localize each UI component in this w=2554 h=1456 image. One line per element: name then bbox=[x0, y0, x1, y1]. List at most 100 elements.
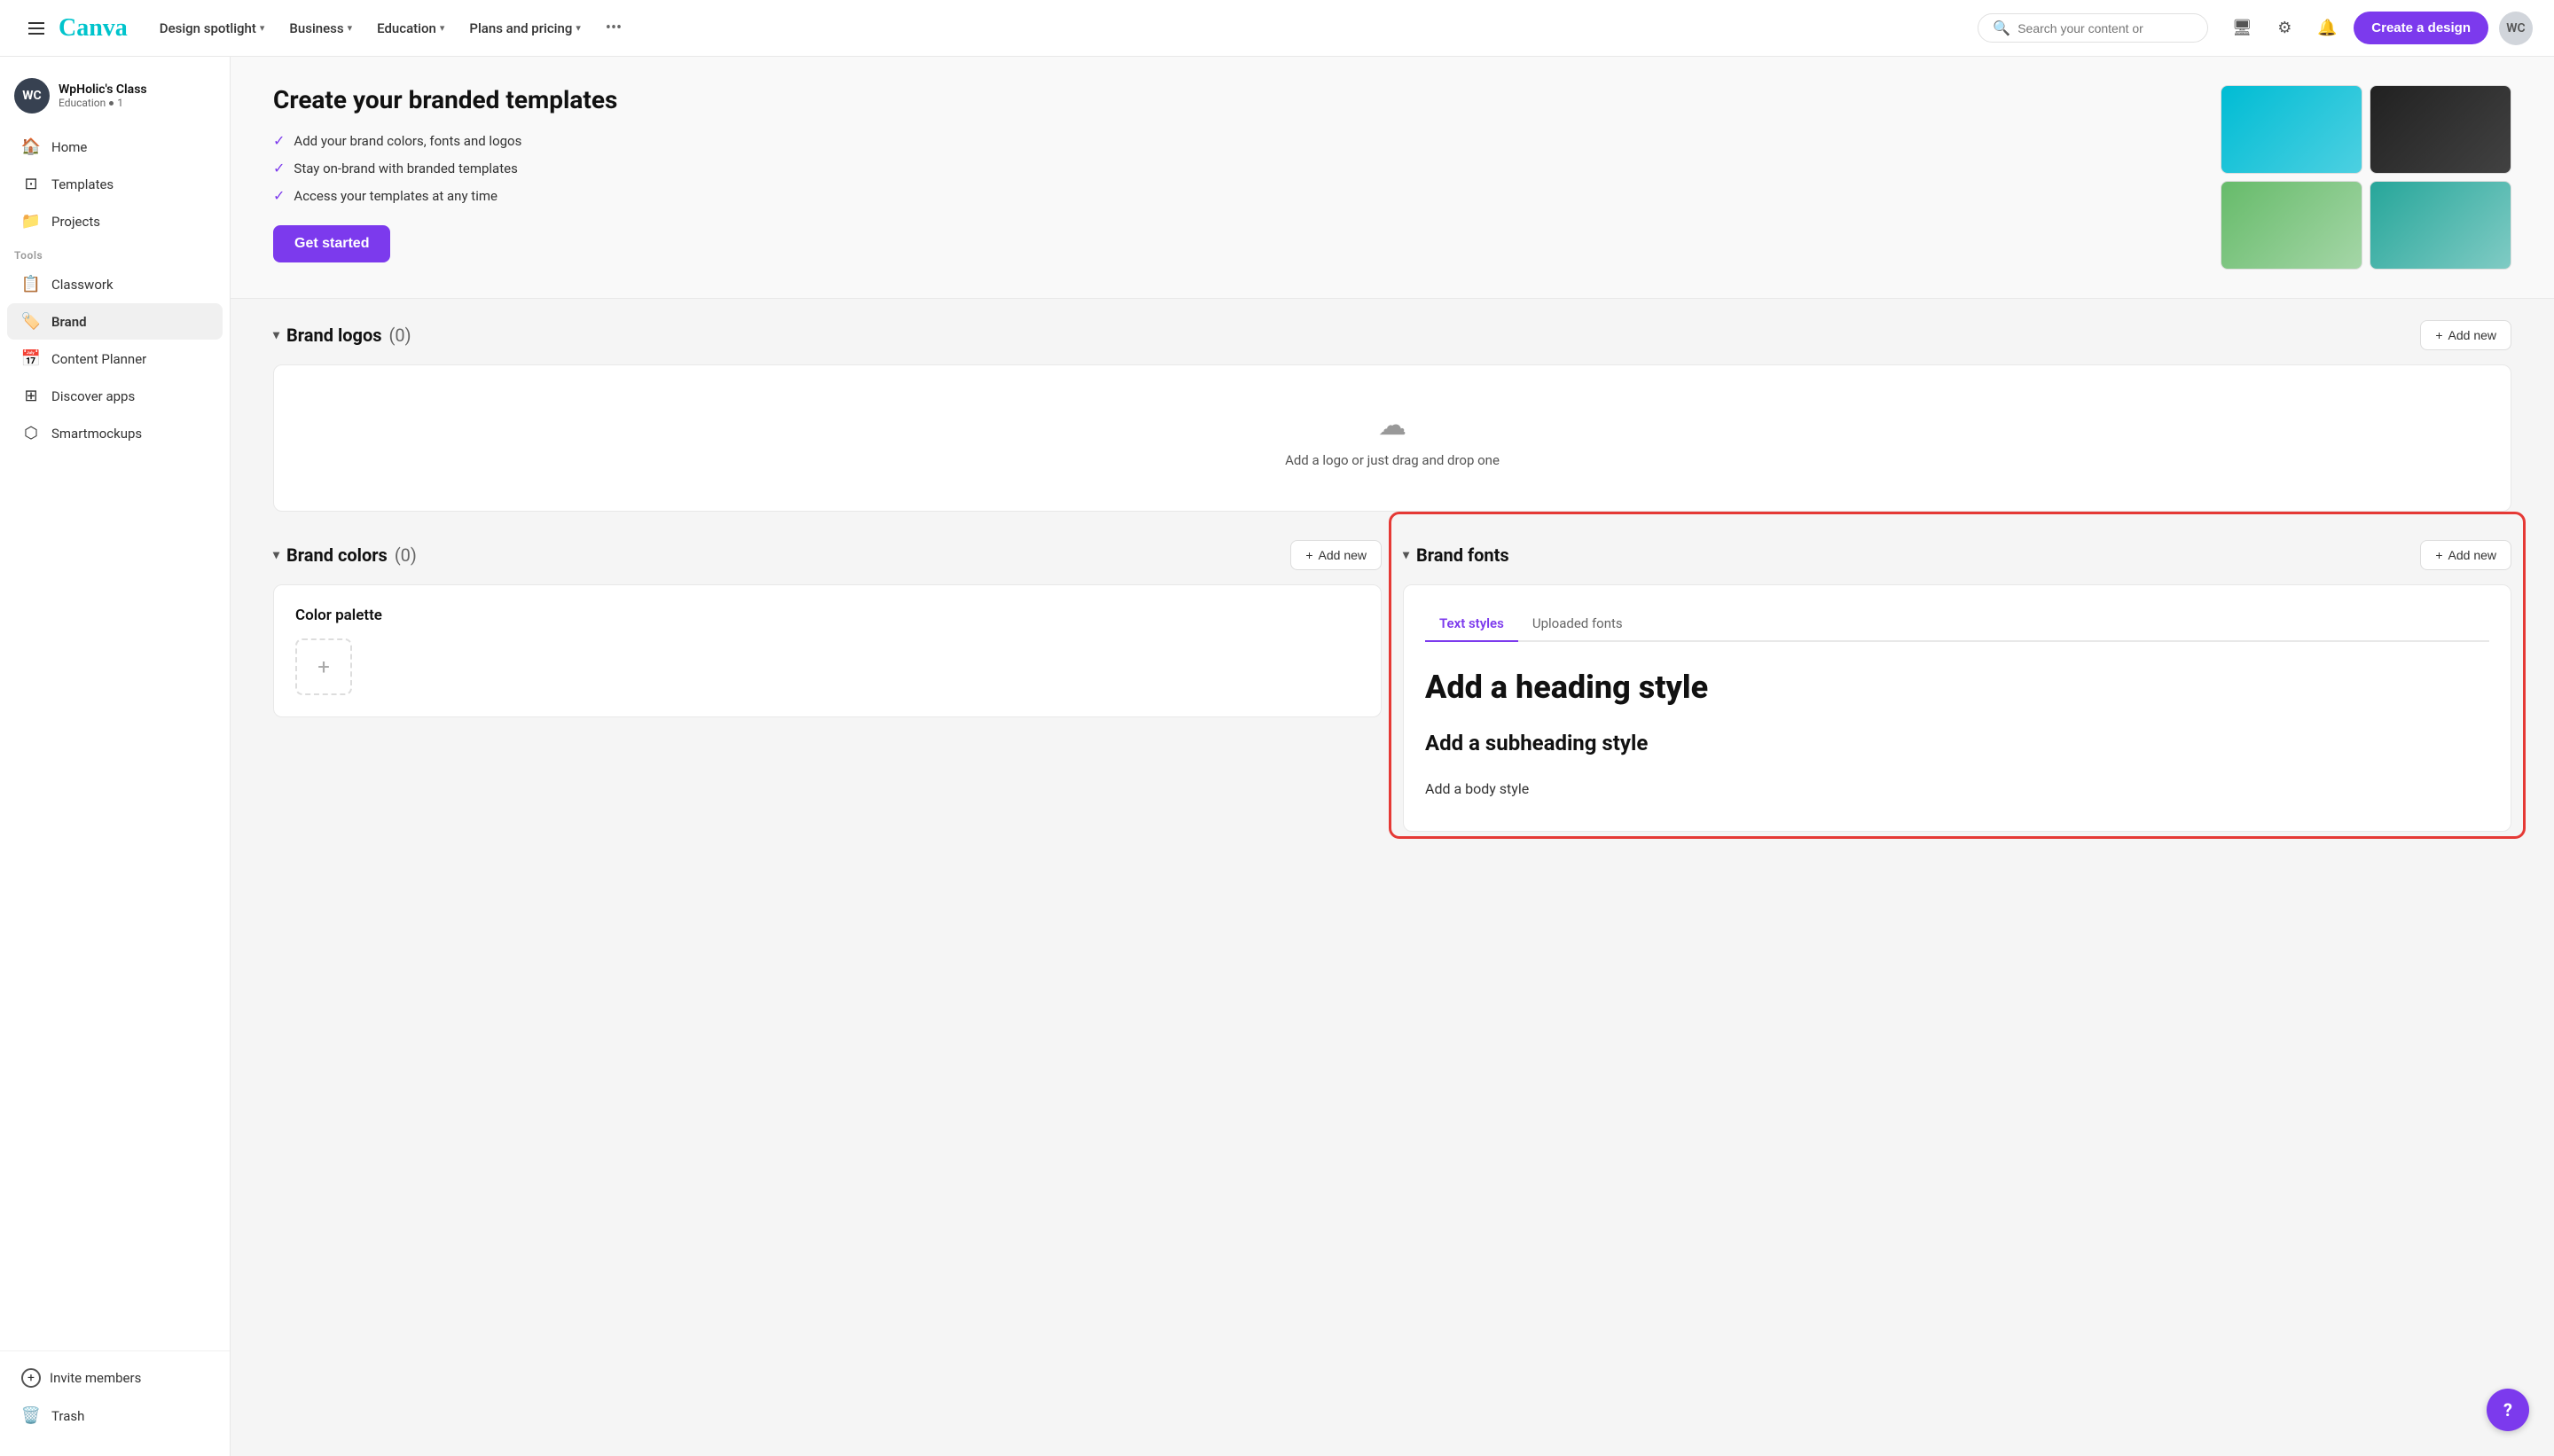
sidebar-item-trash[interactable]: 🗑️ Trash bbox=[7, 1397, 223, 1434]
avatar[interactable]: WC bbox=[2499, 12, 2533, 45]
nav-item-plans[interactable]: Plans and pricing ▾ bbox=[458, 13, 591, 43]
brand-two-col: ▾ Brand colors (0) + Add new Color palet… bbox=[273, 519, 2511, 832]
brand-colors-section: ▾ Brand colors (0) + Add new Color palet… bbox=[273, 519, 1382, 832]
nav-item-business[interactable]: Business ▾ bbox=[278, 13, 363, 43]
nav-item-design-spotlight[interactable]: Design spotlight ▾ bbox=[149, 13, 276, 43]
nav-item-education[interactable]: Education ▾ bbox=[366, 13, 455, 43]
brand-icon: 🏷️ bbox=[21, 312, 41, 331]
hero-checklist: ✓ Add your brand colors, fonts and logos… bbox=[273, 132, 2192, 204]
chevron-down-icon[interactable]: ▾ bbox=[273, 548, 279, 562]
brand-colors-card: Color palette + bbox=[273, 584, 1382, 717]
chevron-down-icon[interactable]: ▾ bbox=[1403, 548, 1409, 562]
settings-icon[interactable]: ⚙ bbox=[2268, 12, 2300, 44]
logo-upload-area[interactable]: ☁ Add a logo or just drag and drop one bbox=[273, 364, 2511, 512]
brand-colors-header: ▾ Brand colors (0) + Add new bbox=[273, 519, 1382, 584]
upload-icon: ☁ bbox=[1378, 408, 1406, 442]
font-heading-row[interactable]: Add a heading style bbox=[1425, 656, 2489, 718]
brand-fonts-section: ▾ Brand fonts + Add new Text styles Uplo… bbox=[1403, 519, 2511, 832]
brand-logos-header: ▾ Brand logos (0) + Add new bbox=[273, 299, 2511, 364]
sidebar-bottom: + Invite members 🗑️ Trash bbox=[0, 1350, 230, 1442]
font-subheading-row[interactable]: Add a subheading style bbox=[1425, 718, 2489, 768]
hero-image-card-1 bbox=[2221, 85, 2362, 174]
hamburger-menu[interactable] bbox=[21, 15, 51, 42]
hero-images-col-1 bbox=[2221, 85, 2362, 270]
sidebar-item-brand[interactable]: 🏷️ Brand bbox=[7, 303, 223, 340]
nav-right-actions: 🖥 ⚙ 🔔 Create a design WC bbox=[2226, 12, 2533, 45]
brand-logos-add-new-button[interactable]: + Add new bbox=[2420, 320, 2511, 350]
main-content: Create your branded templates ✓ Add your… bbox=[231, 57, 2554, 1456]
sidebar: WC WpHolic's Class Education 1 🏠 Home ⊡ … bbox=[0, 57, 231, 1456]
font-heading-preview: Add a heading style bbox=[1425, 669, 2489, 706]
add-color-button[interactable]: + bbox=[295, 638, 352, 695]
notifications-icon[interactable]: 🔔 bbox=[2311, 12, 2343, 44]
search-icon: 🔍 bbox=[1993, 20, 2010, 36]
plus-icon: + bbox=[21, 1368, 41, 1388]
tools-section-label: Tools bbox=[0, 240, 230, 265]
brand-fonts-add-new-button[interactable]: + Add new bbox=[2420, 540, 2511, 570]
brand-content: ▾ Brand logos (0) + Add new ☁ Add a logo… bbox=[231, 299, 2554, 874]
check-icon: ✓ bbox=[273, 187, 285, 204]
sidebar-item-smartmockups[interactable]: ⬡ Smartmockups bbox=[7, 415, 223, 451]
projects-icon: 📁 bbox=[21, 212, 41, 231]
search-bar[interactable]: 🔍 bbox=[1978, 13, 2208, 43]
sidebar-item-projects[interactable]: 📁 Projects bbox=[7, 203, 223, 239]
dot-separator bbox=[109, 101, 114, 106]
get-started-button[interactable]: Get started bbox=[273, 225, 390, 262]
hero-title: Create your branded templates bbox=[273, 85, 2192, 114]
brand-fonts-title: ▾ Brand fonts bbox=[1403, 544, 1509, 566]
brand-colors-add-new-button[interactable]: + Add new bbox=[1290, 540, 1382, 570]
content-planner-icon: 📅 bbox=[21, 349, 41, 368]
hero-checklist-item-3: ✓ Access your templates at any time bbox=[273, 187, 2192, 204]
user-name: WpHolic's Class bbox=[59, 82, 215, 97]
sidebar-item-home[interactable]: 🏠 Home bbox=[7, 129, 223, 165]
discover-apps-icon: ⊞ bbox=[21, 387, 41, 405]
chevron-down-icon[interactable]: ▾ bbox=[273, 328, 279, 342]
color-palette-title: Color palette bbox=[295, 607, 1359, 624]
hero-images-col-2 bbox=[2370, 85, 2511, 270]
sidebar-item-templates[interactable]: ⊡ Templates bbox=[7, 166, 223, 202]
trash-icon: 🗑️ bbox=[21, 1406, 41, 1425]
user-info: WpHolic's Class Education 1 bbox=[59, 82, 215, 109]
font-body-row[interactable]: Add a body style bbox=[1425, 768, 2489, 810]
hero-checklist-item-1: ✓ Add your brand colors, fonts and logos bbox=[273, 132, 2192, 149]
brand-fonts-card: Text styles Uploaded fonts Add a heading… bbox=[1403, 584, 2511, 832]
nav-more-button[interactable]: ••• bbox=[595, 12, 632, 44]
main-layout: WC WpHolic's Class Education 1 🏠 Home ⊡ … bbox=[0, 57, 2554, 1456]
hero-image-card-4 bbox=[2370, 181, 2511, 270]
canva-logo[interactable]: Canva bbox=[59, 14, 128, 43]
chevron-down-icon: ▾ bbox=[348, 22, 353, 34]
chevron-down-icon: ▾ bbox=[440, 22, 445, 34]
sidebar-item-classwork[interactable]: 📋 Classwork bbox=[7, 266, 223, 302]
sidebar-item-content-planner[interactable]: 📅 Content Planner bbox=[7, 341, 223, 377]
font-body-preview: Add a body style bbox=[1425, 780, 2489, 797]
hero-content: Create your branded templates ✓ Add your… bbox=[273, 85, 2192, 262]
smartmockups-icon: ⬡ bbox=[21, 424, 41, 442]
create-design-button[interactable]: Create a design bbox=[2354, 12, 2488, 44]
font-subheading-preview: Add a subheading style bbox=[1425, 731, 2489, 755]
brand-logos-title: ▾ Brand logos (0) bbox=[273, 325, 411, 346]
chevron-down-icon: ▾ bbox=[576, 22, 581, 34]
user-avatar: WC bbox=[14, 78, 50, 114]
sidebar-nav: 🏠 Home ⊡ Templates 📁 Projects Tools 📋 Cl… bbox=[0, 128, 230, 1343]
upload-text: Add a logo or just drag and drop one bbox=[1285, 452, 1500, 468]
tab-text-styles[interactable]: Text styles bbox=[1425, 607, 1518, 642]
templates-icon: ⊡ bbox=[21, 175, 41, 193]
hero-checklist-item-2: ✓ Stay on-brand with branded templates bbox=[273, 160, 2192, 176]
plus-icon: + bbox=[2435, 328, 2442, 342]
hero-image-card-2 bbox=[2221, 181, 2362, 270]
monitor-icon[interactable]: 🖥 bbox=[2226, 12, 2258, 44]
invite-members-button[interactable]: + Invite members bbox=[7, 1359, 223, 1397]
user-profile[interactable]: WC WpHolic's Class Education 1 bbox=[0, 71, 230, 128]
font-tabs: Text styles Uploaded fonts bbox=[1425, 607, 2489, 642]
check-icon: ✓ bbox=[273, 160, 285, 176]
user-subtitle: Education 1 bbox=[59, 97, 215, 109]
brand-colors-title: ▾ Brand colors (0) bbox=[273, 544, 417, 566]
search-input[interactable] bbox=[2017, 21, 2177, 35]
chevron-down-icon: ▾ bbox=[260, 22, 265, 34]
classwork-icon: 📋 bbox=[21, 275, 41, 294]
tab-uploaded-fonts[interactable]: Uploaded fonts bbox=[1518, 607, 1637, 642]
hero-section: Create your branded templates ✓ Add your… bbox=[231, 57, 2554, 299]
sidebar-item-discover-apps[interactable]: ⊞ Discover apps bbox=[7, 378, 223, 414]
help-button[interactable]: ? bbox=[2487, 1389, 2529, 1431]
hero-image-card-3 bbox=[2370, 85, 2511, 174]
